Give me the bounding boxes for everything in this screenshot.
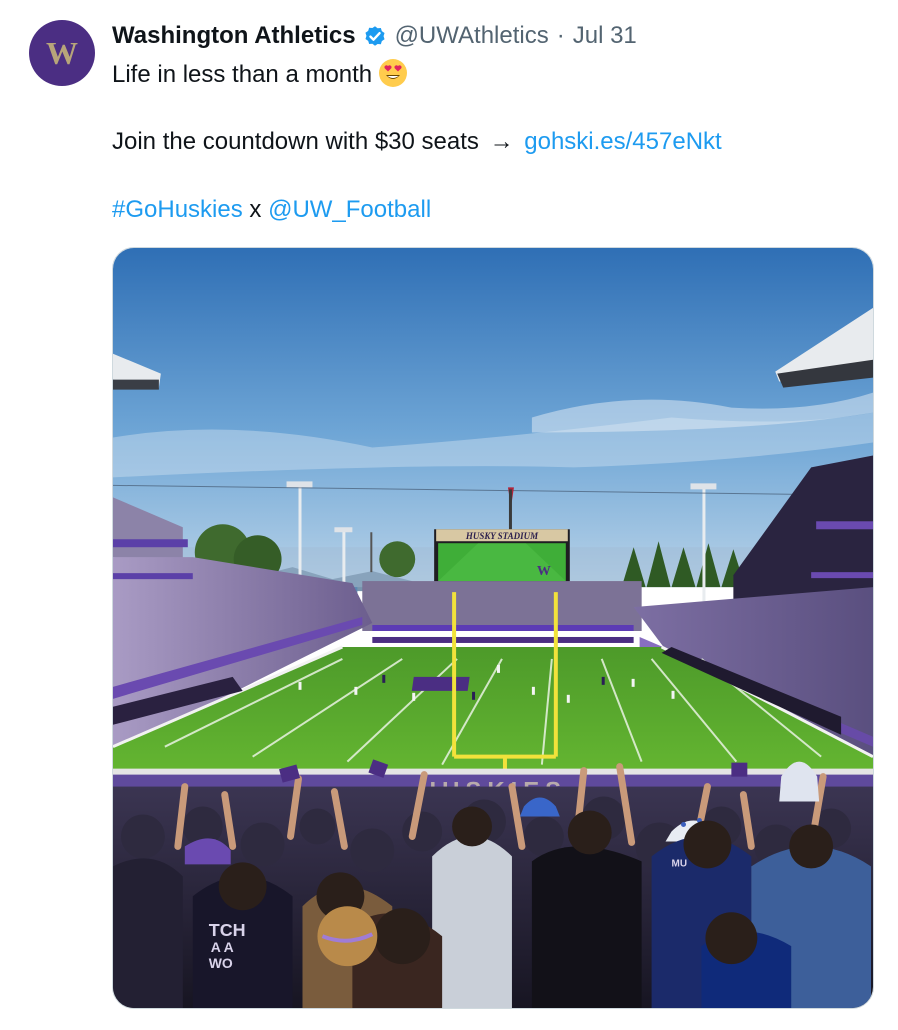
tweet-card[interactable]: W Washington Athletics @UWAthletics · Ju… — [0, 0, 898, 1030]
tweet-date[interactable]: Jul 31 — [573, 20, 637, 52]
right-arrow-icon: → — [489, 128, 514, 155]
author-handle[interactable]: @UWAthletics — [395, 20, 549, 52]
shirt-text-4: MU — [672, 858, 688, 869]
tweet-text-line-3: #GoHuskies x @UW_Football — [112, 194, 431, 226]
tweet-text: Join the countdown with $30 seats — [112, 128, 479, 155]
heart-eyes-emoji-icon — [378, 58, 408, 88]
avatar-letter: W — [46, 38, 78, 68]
shirt-text-3: WO — [209, 955, 233, 971]
uw-w-logo-icon: W — [46, 38, 78, 68]
hashtag-link[interactable]: #GoHuskies — [112, 196, 243, 223]
ticket-link[interactable]: gohski.es/457eNkt — [524, 128, 721, 155]
shirt-text-2: A A — [211, 939, 234, 955]
scoreboard-logo: W — [537, 564, 551, 579]
tweet-text-line-2: Join the countdown with $30 seats → gohs… — [112, 126, 722, 158]
header-separator: · — [556, 22, 565, 49]
tweet-photo[interactable]: HUSKY STADIUM W TCH A A WO MU — [112, 247, 874, 1009]
author-avatar[interactable]: W — [29, 20, 95, 86]
author-display-name[interactable]: Washington Athletics — [112, 20, 356, 52]
tweet-text: Life in less than a month — [112, 61, 373, 88]
text-separator: x — [249, 196, 262, 223]
tweet-header: Washington Athletics @UWAthletics · Jul … — [112, 20, 637, 52]
mention-link[interactable]: @UW_Football — [268, 196, 431, 223]
stadium-photo: HUSKY STADIUM W TCH A A WO MU — [113, 248, 873, 1008]
shirt-text-1: TCH — [209, 920, 246, 940]
tweet-text-line-1: Life in less than a month — [112, 58, 408, 91]
verified-badge-icon[interactable] — [362, 23, 388, 49]
scoreboard-text: HUSKY STADIUM — [465, 531, 539, 541]
